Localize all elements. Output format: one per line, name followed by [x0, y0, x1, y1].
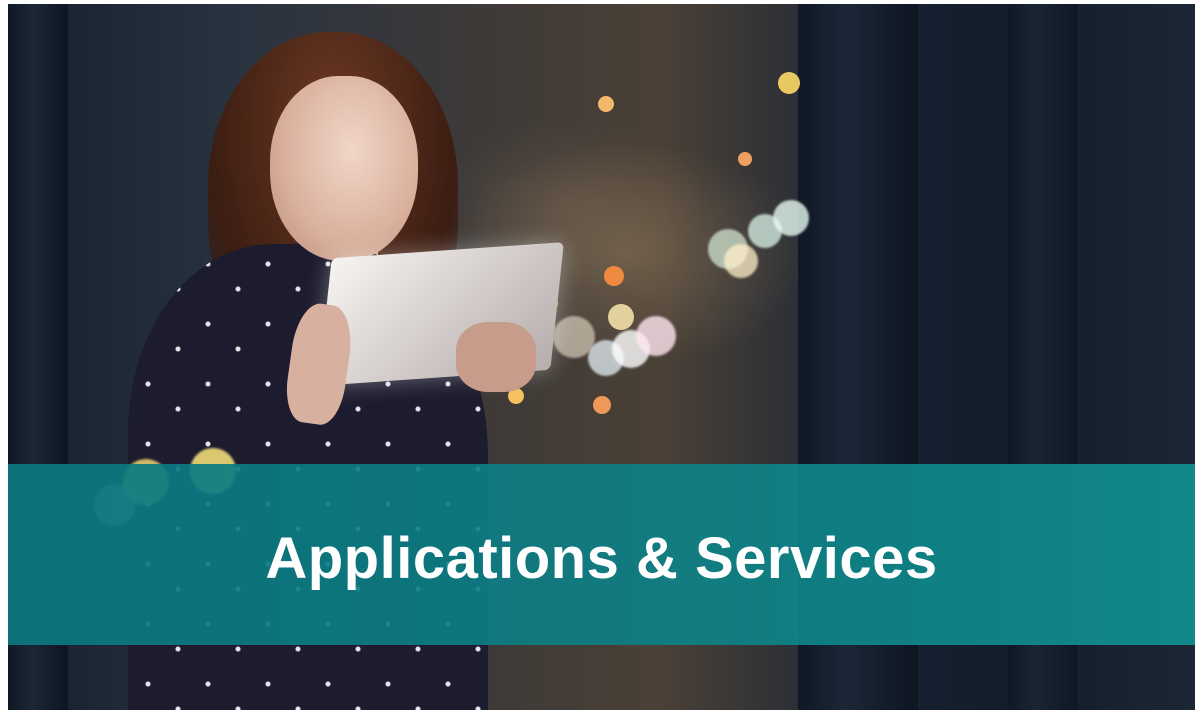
woman-right-hand — [456, 322, 536, 392]
woman-face — [270, 76, 418, 261]
bokeh-circle — [724, 244, 758, 278]
bokeh-circle — [636, 316, 676, 356]
bokeh-circle — [773, 200, 809, 236]
bokeh-light — [604, 266, 624, 286]
bokeh-light — [598, 96, 614, 112]
hero-frame: Applications & Services — [8, 4, 1195, 710]
bokeh-light — [778, 72, 800, 94]
page-title: Applications & Services — [265, 526, 938, 591]
bokeh-light — [593, 396, 611, 414]
title-banner: Applications & Services — [8, 464, 1195, 645]
bokeh-light — [738, 152, 752, 166]
bokeh-light — [608, 304, 634, 330]
